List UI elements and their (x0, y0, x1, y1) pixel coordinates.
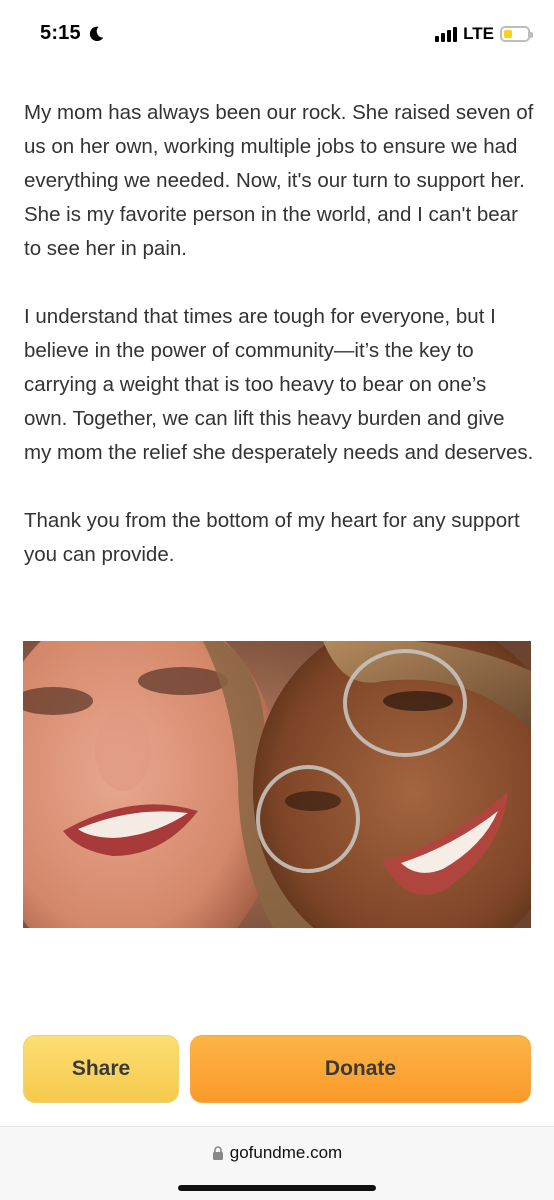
status-time: 5:15 (40, 22, 81, 44)
signal-bars-icon (435, 26, 458, 42)
story-paragraph: I understand that times are tough for ev… (24, 305, 534, 464)
story-paragraph: My mom has always been our rock. She rai… (24, 101, 534, 260)
story-paragraph: Thank you from the bottom of my heart fo… (24, 509, 520, 566)
share-button[interactable]: Share (23, 1035, 179, 1103)
screen: 5:15 LTE My mom has always been our rock… (0, 0, 554, 1200)
battery-level (504, 30, 512, 38)
battery-icon (500, 26, 533, 42)
url-text: gofundme.com (229, 1143, 343, 1162)
action-bar: Share Donate (0, 1016, 554, 1126)
campaign-photo (23, 641, 531, 928)
status-bar: 5:15 LTE (0, 0, 554, 70)
network-label: LTE (463, 24, 494, 43)
status-time-group: 5:15 (40, 22, 105, 45)
home-indicator[interactable] (178, 1185, 376, 1191)
url-display[interactable]: gofundme.com (0, 1143, 554, 1163)
campaign-story: My mom has always been our rock. She rai… (24, 96, 534, 606)
browser-url-bar[interactable]: gofundme.com (0, 1126, 554, 1200)
status-indicators: LTE (435, 24, 533, 44)
lock-icon (212, 1146, 223, 1160)
donate-button[interactable]: Donate (190, 1035, 531, 1103)
campaign-photo-image (23, 641, 531, 928)
moon-icon (89, 26, 104, 41)
